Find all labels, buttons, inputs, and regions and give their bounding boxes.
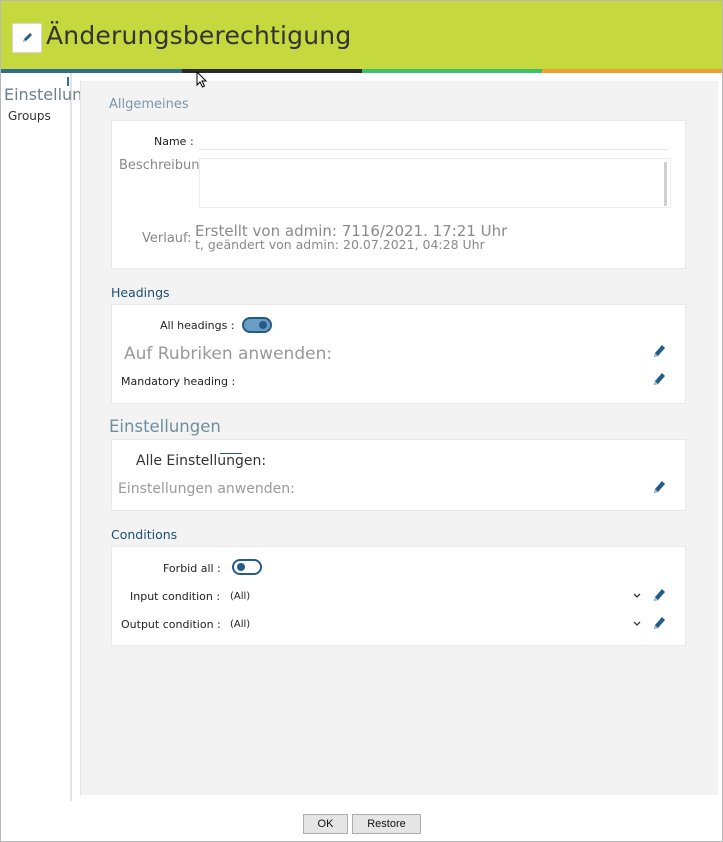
accent-stripe: [362, 69, 542, 73]
ok-button[interactable]: OK: [303, 814, 348, 834]
section-title-headings: Headings: [111, 285, 170, 300]
section-title-settings: Einstellungen: [109, 417, 221, 436]
toggle-knob: [237, 563, 245, 571]
history-label: Verlauf:: [142, 231, 192, 246]
history-modified: t, geändert von admin: 20.07.2021, 04:28…: [195, 237, 485, 252]
mouse-pointer-icon: [196, 71, 208, 88]
general-card: Name : Beschreibung: Verlauf: Erstellt v…: [111, 120, 686, 269]
settings-card: Alle Einstellungen: Einstellungen anwend…: [111, 439, 686, 511]
forbid-all-label: Forbid all :: [163, 562, 221, 575]
output-condition-select[interactable]: (All): [230, 619, 250, 630]
title-bar: Änderungsberechtigung: [1, 1, 722, 69]
pencil-icon[interactable]: [652, 587, 666, 603]
all-settings-label: Alle Einstellungen:: [136, 453, 267, 469]
sidebar-item-groups[interactable]: Groups: [8, 109, 51, 123]
mandatory-heading-label: Mandatory heading :: [121, 375, 236, 388]
main-panel: Allgemeines Name : Beschreibung: Verlauf…: [80, 81, 718, 795]
pencil-icon[interactable]: [652, 479, 666, 495]
window-title: Änderungsberechtigung: [46, 21, 352, 50]
accent-stripe: [542, 69, 722, 73]
pencil-icon[interactable]: [652, 371, 666, 387]
accent-stripe: [182, 69, 362, 73]
headings-card: All headings : Auf Rubriken anwenden: Ma…: [111, 304, 686, 404]
name-input[interactable]: [199, 149, 667, 150]
dialog-window: Änderungsberechtigung Einstellungen Grou…: [0, 0, 723, 842]
toggle-knob: [259, 321, 267, 329]
all-headings-toggle[interactable]: [242, 317, 272, 333]
restore-button[interactable]: Restore: [352, 814, 421, 834]
name-label: Name :: [154, 135, 194, 148]
edit-icon: [12, 23, 42, 53]
apply-headings-label: Auf Rubriken anwenden:: [124, 344, 333, 364]
output-condition-label: Output condition :: [121, 618, 221, 631]
pencil-icon[interactable]: [652, 615, 666, 631]
chevron-down-icon[interactable]: [633, 621, 641, 627]
pencil-icon[interactable]: [652, 343, 666, 359]
input-condition-label: Input condition :: [130, 590, 221, 603]
scrollbar[interactable]: [664, 162, 667, 206]
section-title-general: Allgemeines: [109, 97, 189, 112]
apply-settings-label: Einstellungen anwenden:: [118, 481, 295, 497]
conditions-card: Forbid all : Input condition : (All) Out…: [111, 546, 686, 646]
section-title-conditions: Conditions: [111, 527, 178, 542]
all-headings-label: All headings :: [160, 319, 235, 332]
chevron-down-icon[interactable]: [633, 593, 641, 599]
description-textarea[interactable]: [199, 158, 671, 208]
forbid-all-toggle[interactable]: [232, 559, 262, 575]
input-condition-select[interactable]: (All): [230, 591, 250, 602]
sidebar: Einstellungen Groups: [1, 73, 112, 801]
